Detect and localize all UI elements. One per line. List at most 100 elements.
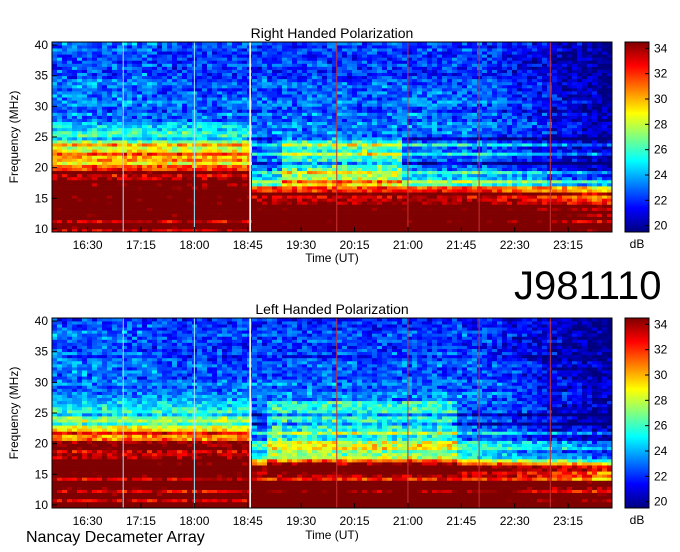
spectrogram-cell (452, 137, 458, 141)
spectrogram-cell (397, 100, 403, 104)
spectrogram-cell (412, 189, 418, 193)
spectrogram-cell (412, 54, 418, 58)
spectrogram-cell (387, 179, 393, 184)
spectrogram-cell (117, 173, 123, 178)
spectrogram-cell (57, 100, 63, 104)
spectrogram-cell (142, 60, 148, 64)
spectrogram-cell (207, 201, 213, 205)
spectrogram-cell (287, 91, 293, 95)
spectrogram-cell (337, 115, 343, 119)
spectrogram-cell (362, 127, 368, 132)
spectrogram-cell (237, 60, 243, 64)
spectrogram-cell (292, 207, 298, 211)
spectrogram-cell (57, 118, 63, 123)
spectrogram-cell (277, 219, 283, 224)
spectrogram-cell (107, 164, 113, 168)
spectrogram-cell (347, 219, 353, 224)
spectrogram-cell (417, 222, 423, 227)
spectrogram-cell (117, 54, 123, 58)
spectrogram-cell (442, 173, 448, 178)
spectrogram-cell (277, 176, 283, 181)
spectrogram-cell (182, 97, 188, 101)
spectrogram-cell (102, 164, 108, 168)
spectrogram-cell (152, 63, 158, 67)
spectrogram-cell (277, 118, 283, 123)
spectrogram-cell (142, 51, 148, 55)
spectrogram-cell (322, 192, 328, 196)
spectrogram-cell (327, 152, 333, 156)
spectrogram-cell (372, 130, 378, 135)
spectrogram-cell (92, 72, 98, 77)
spectrogram-cell (82, 198, 88, 202)
spectrogram-cell (412, 115, 418, 119)
spectrogram-cell (267, 146, 273, 150)
spectrogram-cell (362, 210, 368, 214)
spectrogram-cell (362, 57, 368, 61)
spectrogram-cell (232, 222, 238, 227)
spectrogram-cell (367, 158, 373, 162)
spectrogram-cell (382, 84, 388, 89)
spectrogram-cell (102, 210, 108, 214)
spectrogram-cell (82, 140, 88, 144)
spectrogram-cell (87, 51, 93, 55)
spectrogram-cell (382, 100, 388, 104)
spectrogram-cell (372, 182, 378, 187)
spectrogram-cell (417, 146, 423, 150)
spectrogram-cell (252, 48, 258, 52)
spectrogram-cell (117, 225, 123, 230)
spectrogram-cell (297, 182, 303, 187)
spectrogram-cell (312, 48, 318, 52)
spectrogram-cell (112, 149, 118, 153)
spectrogram-cell (97, 170, 103, 175)
spectrogram-cell (327, 81, 333, 86)
spectrogram-cell (152, 115, 158, 119)
spectrogram-cell (237, 204, 243, 208)
spectrogram-cell (212, 219, 218, 224)
spectrogram-cell (187, 167, 193, 172)
spectrogram-cell (107, 189, 113, 193)
spectrogram-cell (162, 158, 168, 162)
spectrogram-cell (252, 84, 258, 89)
spectrogram-cell (237, 42, 243, 46)
spectrogram-cell (302, 204, 308, 208)
spectrogram-cell (422, 146, 428, 150)
spectrogram-cell (417, 164, 423, 168)
spectrogram-cell (217, 97, 223, 101)
spectrogram-cell (352, 210, 358, 214)
spectrogram-cell (97, 201, 103, 205)
spectrogram-cell (437, 146, 443, 150)
spectrogram-cell (107, 100, 113, 104)
spectrogram-cell (237, 189, 243, 193)
spectrogram-cell (267, 127, 273, 132)
spectrogram-cell (272, 109, 278, 113)
spectrogram-cell (412, 106, 418, 110)
spectrogram-cell (282, 204, 288, 208)
spectrogram-cell (417, 216, 423, 221)
spectrogram-cell (292, 204, 298, 208)
spectrogram-cell (232, 118, 238, 123)
spectrogram-cell (127, 45, 133, 49)
spectrogram-cell (427, 115, 433, 119)
spectrogram-cell (87, 140, 93, 144)
spectrogram-cell (57, 124, 63, 129)
spectrogram-cell (157, 201, 163, 205)
spectrogram-cell (282, 91, 288, 95)
spectrogram-cell (297, 167, 303, 172)
spectrogram-cell (362, 115, 368, 119)
spectrogram-cell (222, 198, 228, 202)
spectrogram-cell (177, 57, 183, 61)
spectrogram-cell (367, 133, 373, 138)
spectrogram-cell (447, 210, 453, 214)
spectrogram-cell (327, 106, 333, 110)
spectrogram-cell (262, 91, 268, 95)
spectrogram-cell (207, 149, 213, 153)
spectrogram-cell (167, 186, 173, 190)
spectrogram-cell (322, 170, 328, 175)
spectrogram-cell (97, 164, 103, 168)
spectrogram-cell (167, 170, 173, 175)
spectrogram-cell (377, 201, 383, 205)
spectrogram-cell (177, 182, 183, 187)
spectrogram-cell (62, 152, 68, 156)
spectrogram-cell (77, 161, 83, 165)
spectrogram-cell (287, 146, 293, 150)
